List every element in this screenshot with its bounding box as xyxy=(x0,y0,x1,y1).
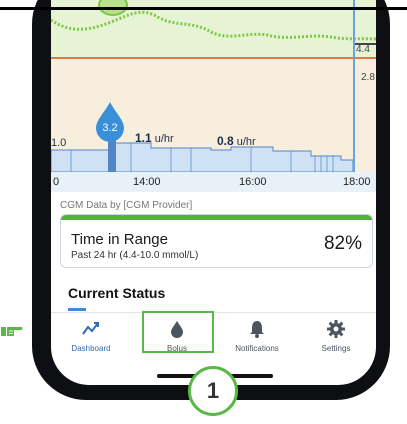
basal-rate-3-unit: u/hr xyxy=(236,136,256,148)
tab-dashboard[interactable]: Dashboard xyxy=(56,313,126,357)
low-ref-label: 2.8 xyxy=(361,72,375,83)
tab-notifications-label: Notifications xyxy=(235,344,279,353)
time-in-range-strip xyxy=(61,215,372,220)
top-border xyxy=(0,7,407,10)
bolus-bar xyxy=(108,140,116,172)
basal-rate-2-value: 1.1 xyxy=(135,131,152,145)
basal-area xyxy=(51,142,354,172)
basal-rate-1: 1.0 xyxy=(51,137,67,149)
time-in-range-title: Time in Range xyxy=(71,231,168,248)
x-tick-3: 18:00 xyxy=(343,176,371,188)
tab-notifications[interactable]: Notifications xyxy=(222,313,292,357)
basal-rate-2: 1.1 u/hr xyxy=(135,131,174,145)
bell-icon xyxy=(250,321,264,338)
tab-bar: Dashboard Bolus Notifications Settings xyxy=(51,311,376,357)
high-ref-label: 4.4 xyxy=(356,44,370,55)
time-in-range-percent: 82% xyxy=(323,233,362,254)
x-axis-band xyxy=(51,172,376,192)
chart-svg xyxy=(51,0,376,172)
cgm-trace-line xyxy=(51,10,376,41)
current-time-line xyxy=(353,0,355,172)
trend-icon xyxy=(82,322,99,335)
x-tick-0: 0 xyxy=(53,176,60,188)
current-status-underline xyxy=(68,308,86,311)
basal-rate-3: 0.8 u/hr xyxy=(217,134,256,148)
cgm-provider-label: CGM Data by [CGM Provider] xyxy=(60,200,193,211)
tab-settings-label: Settings xyxy=(321,344,351,353)
glucose-chart[interactable]: 4.4 2.8 3.2 1.0 1.1 u/hr 0.8 u/hr 0 14:0… xyxy=(51,0,376,192)
high-threshold-line xyxy=(51,57,376,59)
bolus-tab-highlight xyxy=(142,311,214,353)
time-in-range-card[interactable]: Time in Range Past 24 hr (4.4-10.0 mmol/… xyxy=(60,214,373,268)
time-in-range-subtitle: Past 24 hr (4.4-10.0 mmol/L) xyxy=(71,250,199,261)
current-status-heading: Current Status xyxy=(68,285,166,301)
x-tick-1: 14:00 xyxy=(133,176,161,188)
tab-dashboard-label: Dashboard xyxy=(71,344,111,353)
bolus-value: 3.2 xyxy=(102,122,118,134)
step-number-callout: 1 xyxy=(188,366,238,416)
app-screen: 4.4 2.8 3.2 1.0 1.1 u/hr 0.8 u/hr 0 14:0… xyxy=(51,0,376,385)
basal-rate-2-unit: u/hr xyxy=(154,133,174,145)
pointing-hand-icon xyxy=(1,327,23,336)
basal-rate-3-value: 0.8 xyxy=(217,134,234,148)
gear-icon xyxy=(327,320,345,338)
tab-settings[interactable]: Settings xyxy=(301,313,371,357)
x-tick-2: 16:00 xyxy=(239,176,267,188)
